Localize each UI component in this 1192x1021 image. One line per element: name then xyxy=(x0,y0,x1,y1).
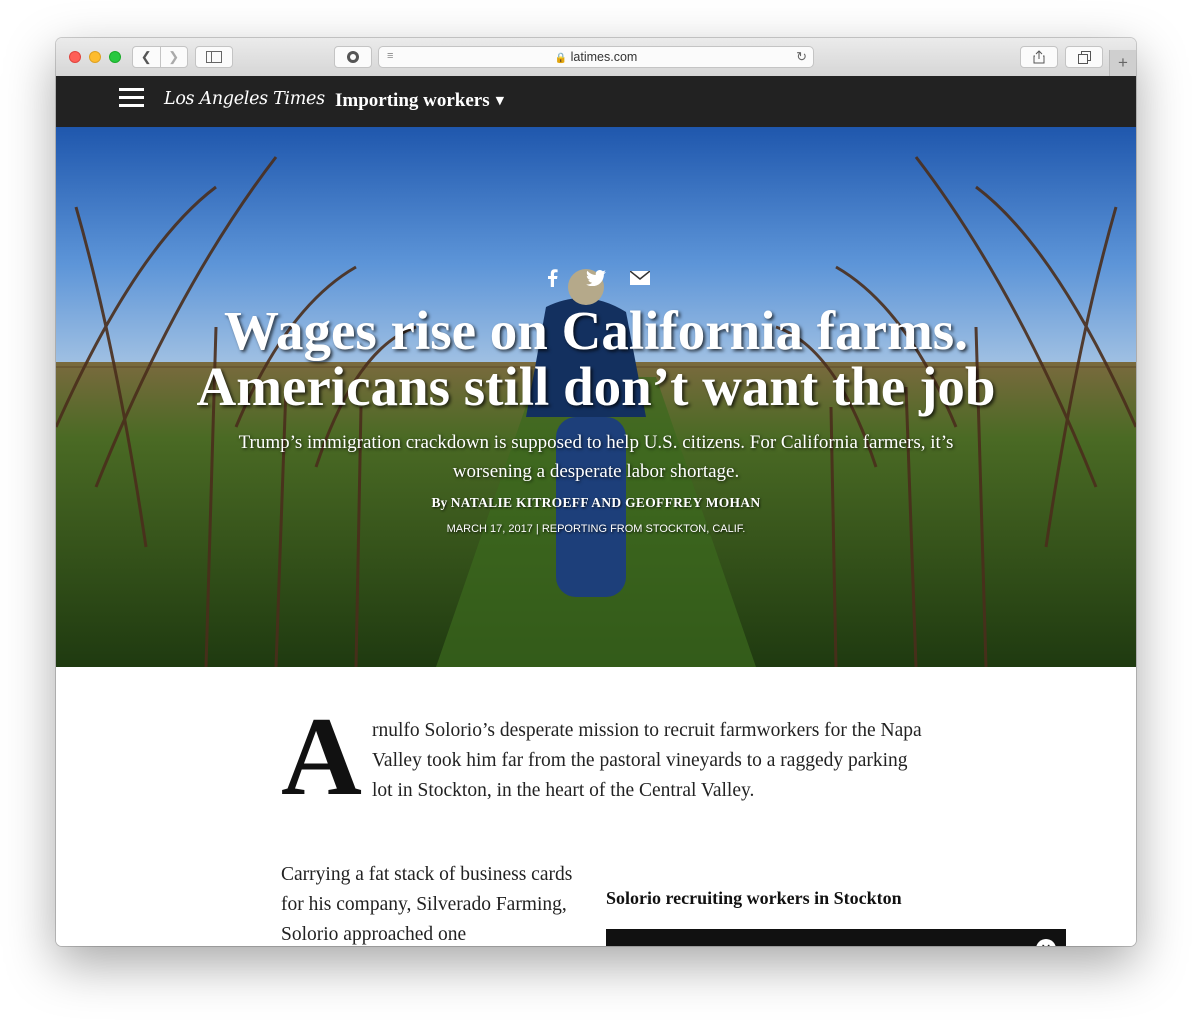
privacy-shield-icon[interactable] xyxy=(334,46,372,68)
chevron-right-icon[interactable]: ❯ xyxy=(159,47,188,67)
byline-authors[interactable]: NATALIE KITROEFF AND GEOFFREY MOHAN xyxy=(451,495,761,510)
lead-paragraph: rnulfo Solorio’s desperate mission to re… xyxy=(372,720,922,801)
article-body: A rnulfo Solorio’s desperate mission to … xyxy=(56,667,1136,946)
site-header: Los Angeles Times Importing workers ▼ xyxy=(56,76,1136,127)
site-logo[interactable]: Los Angeles Times xyxy=(164,89,325,109)
plus-icon[interactable]: + xyxy=(1109,50,1136,76)
headline-line-1: Wages rise on California farms. xyxy=(224,300,968,361)
sidebar-icon[interactable] xyxy=(195,46,233,68)
section-label: Importing workers xyxy=(335,90,490,111)
history-nav: ❮ ❯ xyxy=(132,46,188,68)
close-icon[interactable]: ✕ xyxy=(1036,939,1056,946)
share-icon[interactable] xyxy=(1020,46,1058,68)
email-icon[interactable] xyxy=(629,267,651,289)
share-bar xyxy=(56,267,1136,289)
tabs-icon[interactable] xyxy=(1065,46,1103,68)
headline-line-2: Americans still don’t want the job xyxy=(196,356,996,417)
twitter-icon[interactable] xyxy=(585,267,607,289)
section-dropdown[interactable]: Importing workers ▼ xyxy=(335,90,504,112)
video-player[interactable]: ✕ xyxy=(606,929,1066,946)
hero-image: Wages rise on California farms. American… xyxy=(56,127,1136,667)
article-headline: Wages rise on California farms. American… xyxy=(156,303,1036,415)
chevron-left-icon[interactable]: ❮ xyxy=(133,47,160,67)
byline: By NATALIE KITROEFF AND GEOFFREY MOHAN xyxy=(56,495,1136,511)
byline-prefix: By xyxy=(431,495,451,510)
drop-cap: A xyxy=(281,695,362,819)
minimize-window-button[interactable] xyxy=(89,51,101,63)
article-dek: Trump’s immigration crackdown is suppose… xyxy=(238,432,954,482)
caret-down-icon: ▼ xyxy=(495,94,505,107)
reload-icon[interactable]: ↻ xyxy=(796,49,807,65)
facebook-icon[interactable] xyxy=(541,267,563,289)
second-paragraph: Carrying a fat stack of business cards f… xyxy=(281,864,573,945)
browser-window: ❮ ❯ ≡ 🔒 latimes.com ↻ + Los Angeles Time… xyxy=(56,38,1136,946)
close-window-button[interactable] xyxy=(69,51,81,63)
url-text: latimes.com xyxy=(570,50,638,64)
address-bar[interactable]: ≡ 🔒 latimes.com ↻ xyxy=(378,46,814,68)
video-caption: Solorio recruiting workers in Stockton xyxy=(606,888,902,908)
lock-icon: 🔒 xyxy=(554,53,568,64)
zoom-window-button[interactable] xyxy=(109,51,121,63)
browser-toolbar: ❮ ❯ ≡ 🔒 latimes.com ↻ + xyxy=(56,38,1136,77)
menu-icon[interactable] xyxy=(119,88,144,108)
dateline: MARCH 17, 2017 | REPORTING FROM STOCKTON… xyxy=(446,523,746,535)
